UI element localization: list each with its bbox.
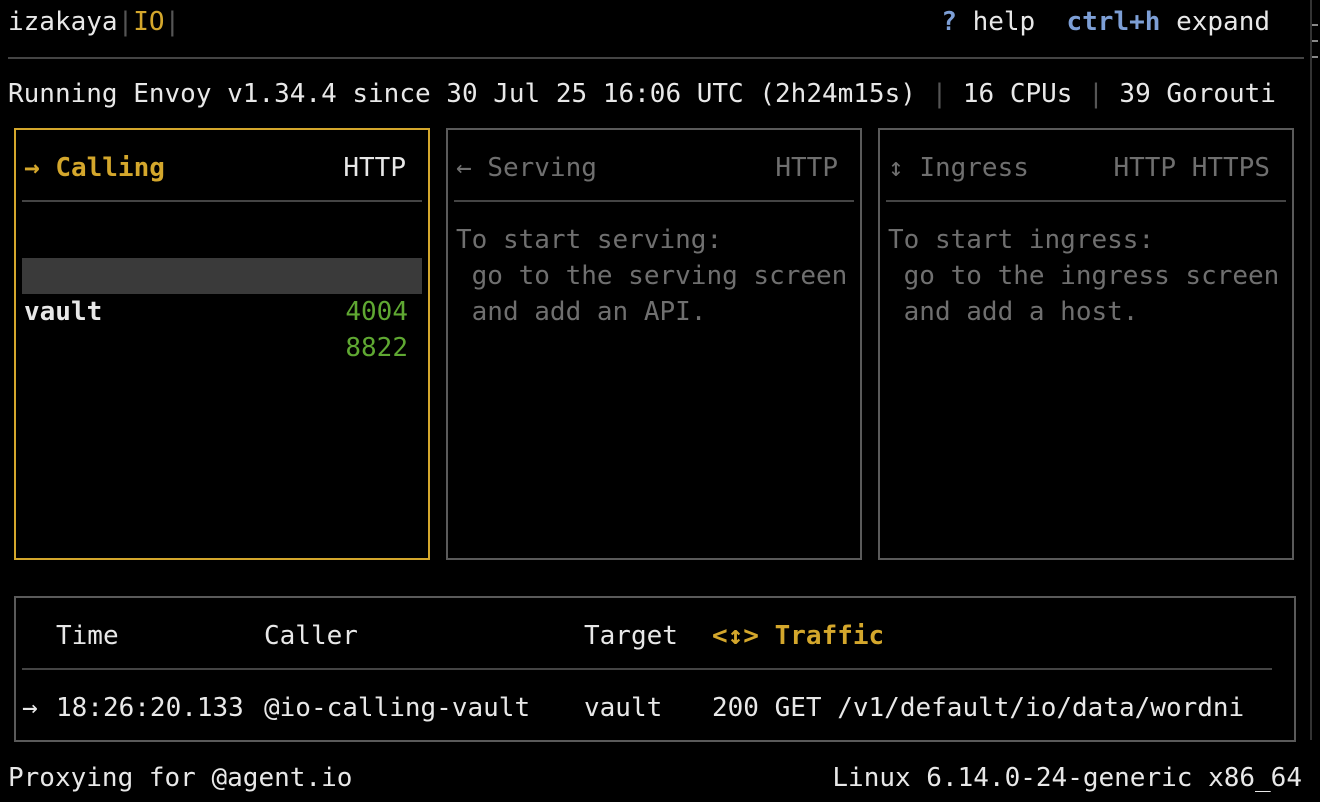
- top-bar: izakaya|IO|: [8, 4, 180, 40]
- serving-protocols: HTTP: [775, 153, 838, 183]
- service-name: vault: [24, 297, 103, 327]
- table-divider: [22, 668, 1272, 670]
- calling-protocols: HTTP: [343, 153, 406, 183]
- ingress-panel[interactable]: ↕ Ingress HTTP HTTPS To start ingress: g…: [878, 128, 1294, 560]
- panel-divider: [22, 200, 422, 202]
- tab-separator: |: [164, 7, 181, 37]
- service-port: 4004: [345, 297, 408, 327]
- ingress-protocols: HTTP HTTPS: [1113, 153, 1270, 183]
- status-separator: |: [931, 79, 948, 109]
- tab-io[interactable]: IO: [133, 7, 164, 37]
- help-key[interactable]: ?: [941, 7, 957, 37]
- expand-label[interactable]: expand: [1176, 7, 1270, 37]
- panel-divider: [886, 200, 1286, 202]
- cpu-count: 16 CPUs: [962, 79, 1073, 109]
- expand-arrows-icon: <↕>: [712, 621, 759, 651]
- app-name: izakaya: [8, 7, 118, 37]
- service-port: 8822: [345, 333, 408, 363]
- message-line: and add a host.: [888, 297, 1139, 327]
- ingress-header: ↕ Ingress: [888, 150, 1029, 186]
- serving-header: ← Serving: [456, 150, 597, 186]
- cell-time[interactable]: 18:26:20.133: [56, 690, 244, 726]
- up-down-arrow-icon: ↕: [888, 153, 904, 183]
- goroutine-count: 39 Gorouti: [1119, 79, 1276, 109]
- message-line: go to the ingress screen: [888, 261, 1280, 291]
- column-header-caller[interactable]: Caller: [264, 618, 358, 654]
- column-header-target[interactable]: Target: [584, 618, 678, 654]
- cell-target[interactable]: vault: [584, 690, 662, 726]
- cell-traffic[interactable]: 200 GET /v1/default/io/data/wordni: [712, 690, 1244, 726]
- column-header-traffic[interactable]: <↕> Traffic: [712, 618, 884, 654]
- message-line: and add an API.: [456, 297, 707, 327]
- ingress-title: Ingress: [919, 153, 1029, 183]
- cell-caller[interactable]: @io-calling-vault: [264, 690, 530, 726]
- serving-panel[interactable]: ← Serving HTTP To start serving: go to t…: [446, 128, 862, 560]
- calling-panel[interactable]: → Calling HTTP wordnik 4004 vault 8822: [14, 128, 430, 560]
- traffic-table[interactable]: Time Caller Target <↕> Traffic → 18:26:2…: [14, 596, 1296, 742]
- traffic-header-label: Traffic: [774, 621, 885, 651]
- status-line: Running Envoy v1.34.4 since 30 Jul 25 16…: [8, 76, 1276, 112]
- envoy-status: Running Envoy v1.34.4 since 30 Jul 25 16…: [8, 79, 916, 109]
- left-arrow-icon: ←: [456, 153, 472, 183]
- help-label[interactable]: help: [973, 7, 1036, 37]
- panel-divider: [454, 200, 854, 202]
- column-header-time[interactable]: Time: [56, 618, 119, 654]
- expand-key[interactable]: ctrl+h: [1067, 7, 1161, 37]
- message-line: To start ingress:: [888, 225, 1155, 255]
- serving-title: Serving: [487, 153, 597, 183]
- right-arrow-icon: →: [24, 153, 40, 183]
- footer-proxy-info: Proxying for @agent.io: [8, 763, 353, 793]
- scrollbar[interactable]: [1312, 0, 1320, 802]
- list-item-wordnik[interactable]: wordnik 4004: [22, 222, 422, 327]
- calling-title: Calling: [55, 153, 165, 183]
- message-line: go to the serving screen: [456, 261, 848, 291]
- calling-header: → Calling: [24, 150, 165, 186]
- footer-system-info: Linux 6.14.0-24-generic x86_64: [832, 763, 1302, 793]
- tab-separator: |: [117, 7, 134, 37]
- message-line: To start serving:: [456, 225, 723, 255]
- row-selected-arrow-icon: →: [22, 693, 38, 723]
- top-divider: [8, 57, 1304, 59]
- shortcut-bar: ? help ctrl+h expand: [941, 4, 1270, 40]
- status-separator: |: [1088, 79, 1104, 109]
- list-item-vault[interactable]: vault 8822: [22, 258, 422, 363]
- serving-empty-message: To start serving: go to the serving scre…: [456, 222, 847, 330]
- ingress-empty-message: To start ingress: go to the ingress scre…: [888, 222, 1279, 330]
